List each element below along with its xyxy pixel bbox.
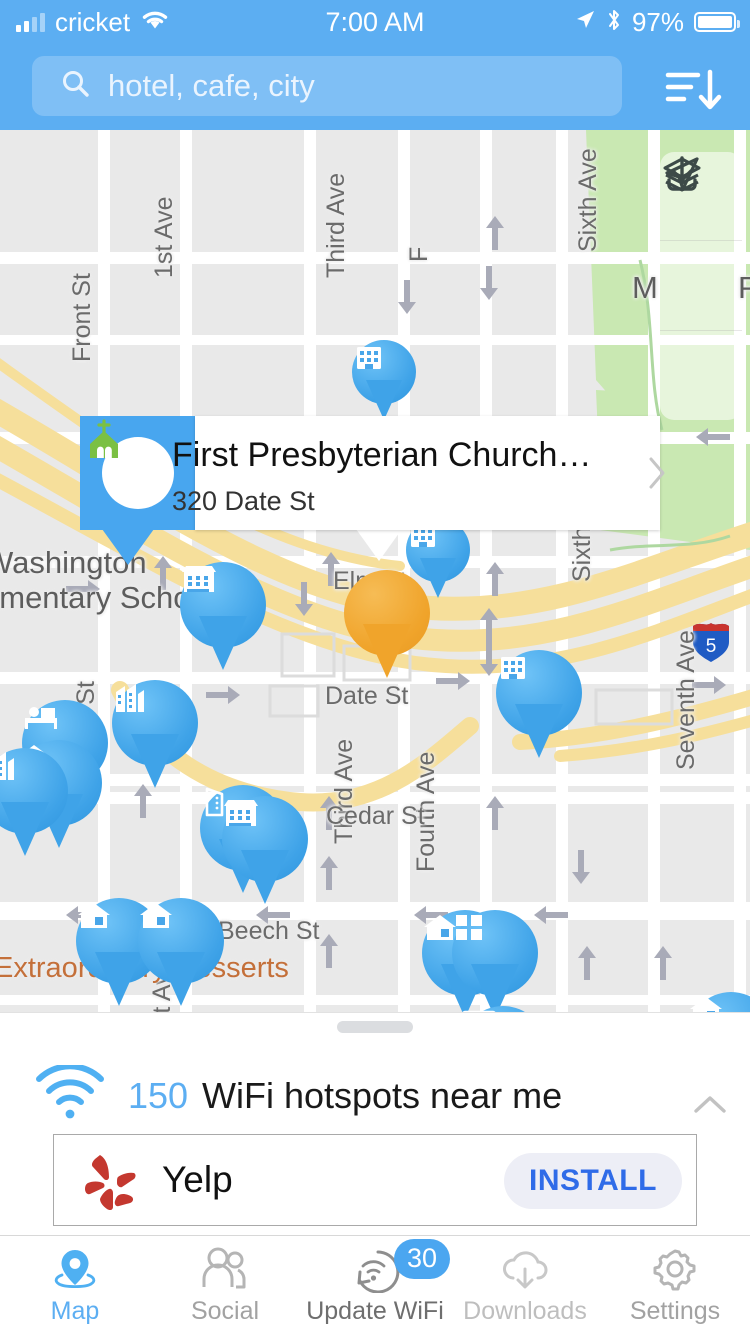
yelp-logo-icon — [78, 1149, 144, 1213]
badge-count: 30 — [406, 1243, 438, 1273]
location-arrow-icon — [574, 9, 596, 36]
tab-settings[interactable]: Settings — [600, 1236, 750, 1334]
tab-update-wifi[interactable]: 30 Update WiFi — [300, 1236, 450, 1334]
search-placeholder: hotel, cafe, city — [108, 68, 315, 103]
map-pin-icon — [51, 1245, 99, 1293]
install-button[interactable]: INSTALL — [504, 1153, 682, 1209]
street-label: Front St — [68, 273, 96, 362]
cloud-download-icon — [499, 1245, 551, 1293]
status-bar-right: 97% — [574, 0, 740, 44]
home-icon — [688, 992, 750, 1012]
tab-update-wifi-label: Update WiFi — [306, 1296, 444, 1325]
street-label: Beech St — [218, 917, 320, 945]
people-icon — [200, 1245, 250, 1293]
wifi-sync-icon: 30 — [348, 1238, 450, 1293]
church-icon — [90, 419, 174, 509]
office-building-icon — [496, 650, 582, 736]
map-marker-store[interactable] — [222, 796, 308, 904]
shield-number: 5 — [706, 636, 717, 657]
window-icon — [452, 910, 538, 996]
app-root: cricket 7:00 AM 97% hotel, cafe, city 5 … — [0, 0, 750, 1334]
update-wifi-badge: 30 — [394, 1238, 450, 1279]
map-canvas[interactable]: 5 1st Ave Third Ave Sixth Ave Sixth Ave … — [0, 130, 750, 1012]
sort-descending-icon[interactable] — [654, 66, 734, 114]
battery-icon — [694, 12, 740, 32]
map-controls — [660, 152, 742, 420]
wifi-hotspots-row[interactable]: 150 WiFi hotspots near me — [0, 1049, 750, 1139]
apartment-icon — [112, 680, 198, 766]
tab-downloads-label: Downloads — [463, 1296, 587, 1325]
map-marker-office-building[interactable] — [352, 340, 416, 420]
store-icon — [180, 562, 266, 648]
store-icon — [222, 796, 308, 882]
search-icon — [60, 68, 92, 105]
tab-social[interactable]: Social — [150, 1236, 300, 1334]
map-marker-store[interactable] — [180, 562, 266, 670]
callout-subtitle: 320 Date St — [172, 486, 315, 516]
place-label: M — [632, 270, 658, 305]
tab-downloads[interactable]: Downloads — [450, 1236, 600, 1334]
street-label: Date St — [325, 682, 409, 710]
chevron-up-icon[interactable] — [692, 1093, 728, 1122]
clock-label: 7:00 AM — [325, 6, 425, 37]
locate-me-button[interactable] — [660, 157, 742, 420]
map-marker-apartment[interactable] — [0, 748, 68, 856]
map-marker-office-building[interactable] — [496, 650, 582, 758]
place-callout[interactable]: First Presbyterian Church… 320 Date St — [80, 416, 665, 565]
place-label: P — [738, 270, 750, 305]
tab-settings-label: Settings — [629, 1296, 721, 1325]
tab-map[interactable]: Map — [0, 1236, 150, 1334]
search-input[interactable]: hotel, cafe, city — [32, 56, 622, 116]
app-promo-banner[interactable]: Yelp INSTALL — [53, 1134, 697, 1226]
map-layers-button[interactable] — [660, 157, 742, 331]
map-marker-window[interactable] — [452, 910, 538, 1012]
street-label: Cedar St — [326, 802, 425, 830]
search-row: hotel, cafe, city — [0, 44, 750, 130]
tab-social-label: Social — [190, 1296, 260, 1325]
tab-map-label: Map — [50, 1296, 100, 1325]
hotspot-count: 150 — [128, 1075, 189, 1116]
battery-percent-label: 97% — [631, 6, 684, 37]
place-label: ementary Schoo — [0, 580, 208, 615]
street-label: 1st Ave — [150, 196, 178, 278]
tab-bar: Map Social 30 Update WiFi Downloads Sett… — [0, 1235, 750, 1334]
promo-app-name: Yelp — [162, 1159, 233, 1200]
map-marker-home[interactable] — [688, 992, 750, 1012]
gear-icon — [651, 1245, 699, 1293]
office-building-icon — [352, 340, 416, 404]
install-label: INSTALL — [529, 1164, 657, 1197]
status-bar: cricket 7:00 AM 97% — [0, 0, 750, 44]
street-label: F — [405, 246, 433, 262]
map-marker-home[interactable] — [138, 898, 224, 1006]
home-icon — [138, 898, 224, 984]
street-label: Sixth Ave — [574, 148, 602, 252]
apartment-icon — [0, 748, 68, 834]
bluetooth-icon — [606, 8, 622, 37]
callout-title: First Presbyterian Church… — [172, 436, 592, 474]
app-header: cricket 7:00 AM 97% hotel, cafe, city — [0, 0, 750, 130]
hotspot-label: WiFi hotspots near me — [202, 1075, 563, 1116]
drag-handle[interactable] — [337, 1021, 413, 1033]
selected-place-pin[interactable] — [344, 570, 430, 678]
street-label: Seventh Ave — [672, 630, 700, 770]
wifi-icon — [34, 1063, 106, 1126]
map-marker-apartment[interactable] — [112, 680, 198, 788]
street-label: Third Ave — [322, 172, 350, 278]
